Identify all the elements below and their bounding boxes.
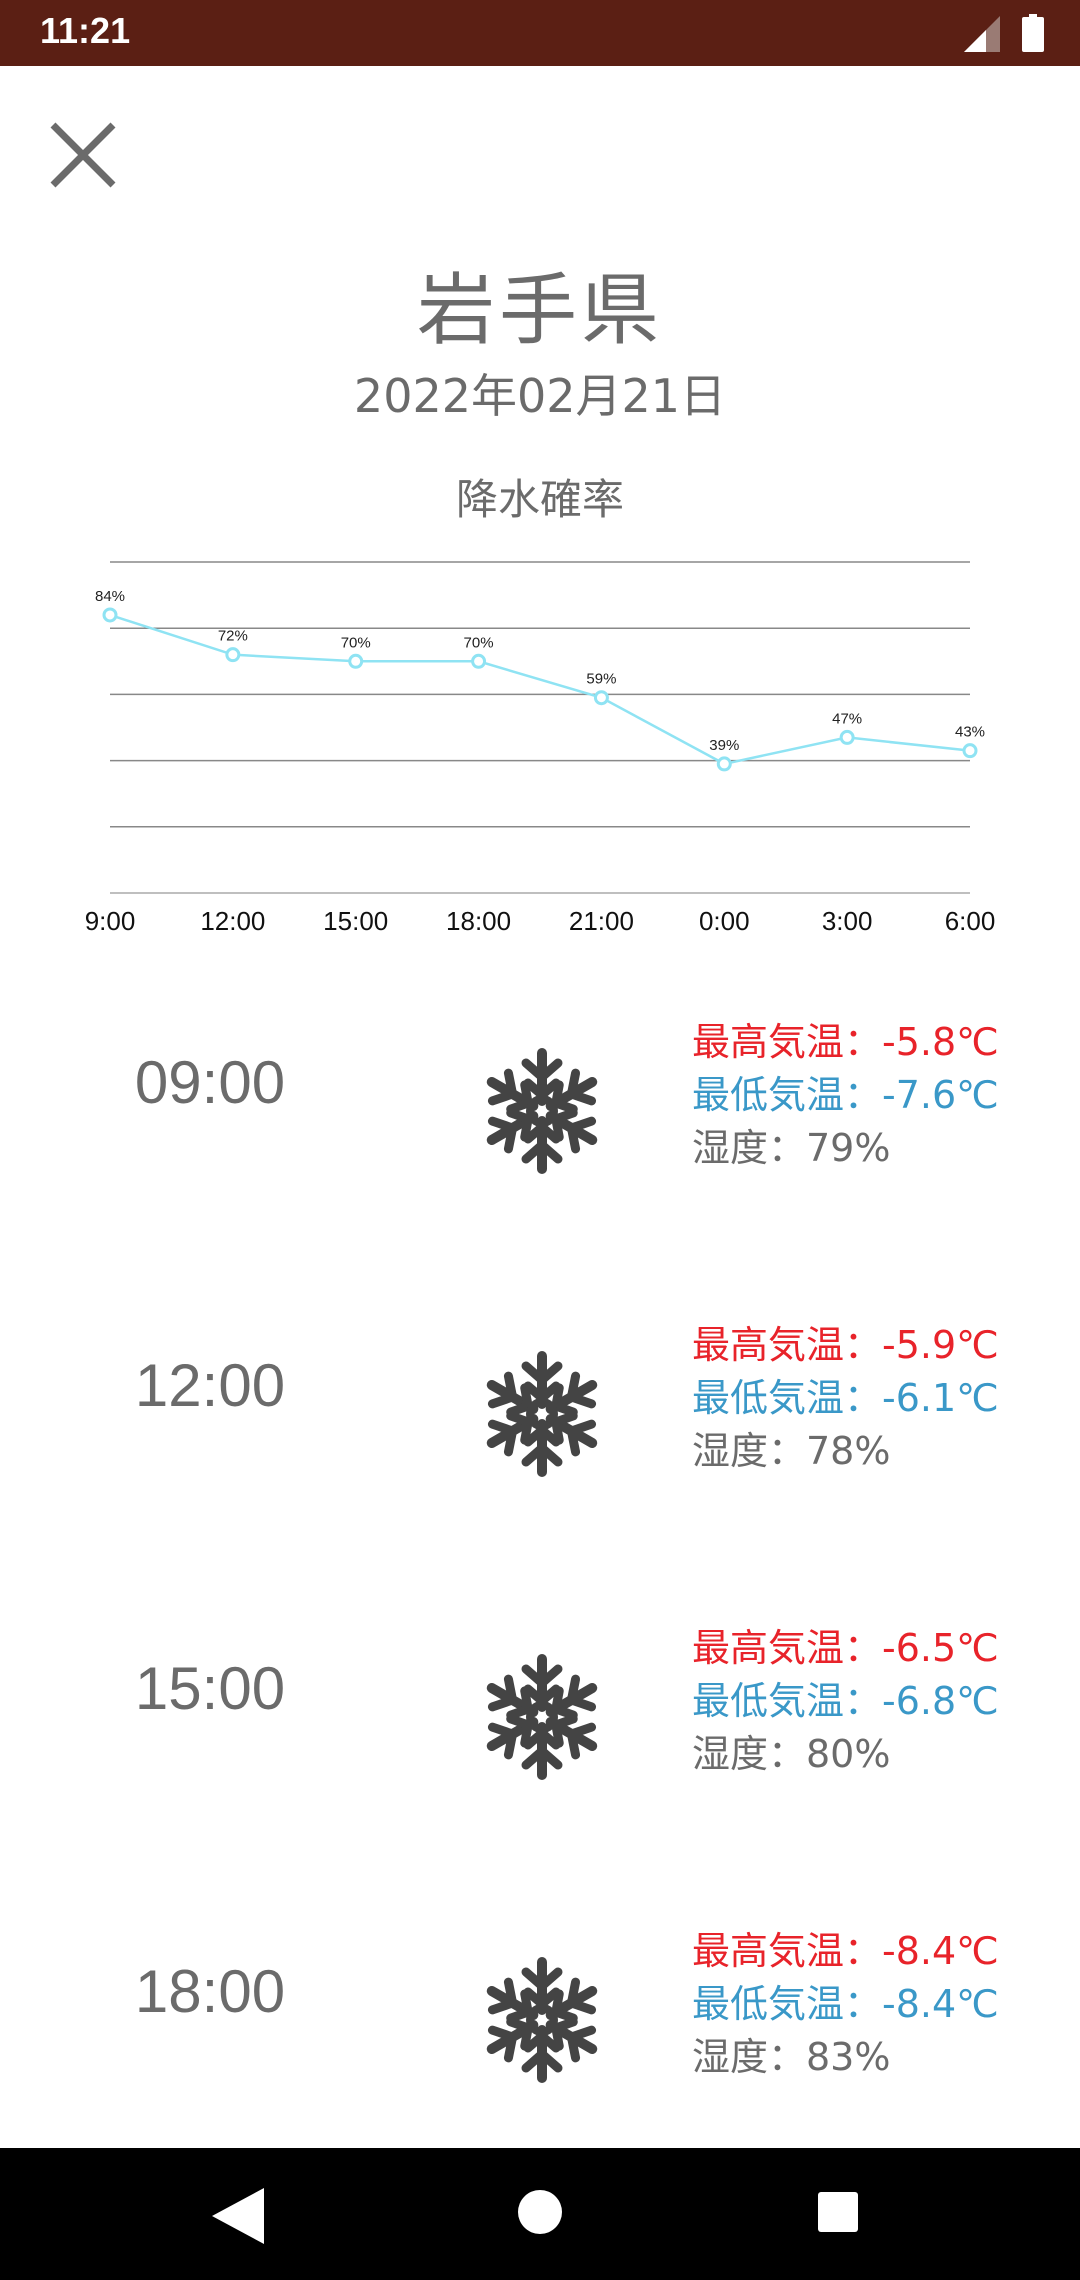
snowflake-icon [486,1957,598,2083]
chart-x-tick-label: 0:00 [699,906,750,936]
chart-x-tick-label: 15:00 [323,906,388,936]
chart-data-label: 43% [955,724,985,741]
back-icon [212,2188,264,2244]
chart-point [716,756,732,772]
chart-point [839,729,855,745]
home-button[interactable] [518,2190,562,2234]
prefecture-title: 岩手県 [416,266,663,356]
precipitation-chart: 84% 9:00 72% 12:00 70% 15:00 70% 18:00 59% 21:00 3… [85,561,996,936]
forecast-row: 18:00 最高気温：-8.4℃ 最低気温：-8.4℃ 湿度：83% [0,1887,1080,2127]
min-temperature: 最低気温：-8.4℃ [692,1982,999,2026]
navigation-bar [0,2148,1080,2280]
chart-data-label: 47% [832,710,862,727]
chart-data-label: 39% [709,737,739,754]
chart-x-tick-label: 21:00 [569,906,634,936]
forecast-time: 15:00 [134,1655,286,1722]
forecast-row: 15:00 最高気温：-6.5℃ 最低気温：-6.8℃ 湿度：80% [0,1584,1080,1824]
chart-data-label: 59% [586,671,616,688]
chart-point [593,690,609,706]
min-temperature: 最低気温：-6.8℃ [692,1679,999,1723]
chart-point [471,653,487,669]
chart-x-tick-label: 9:00 [85,906,136,936]
chart-title: 降水確率 [455,475,624,524]
chart-data-label: 70% [464,634,494,651]
humidity: 湿度：83% [692,2035,891,2079]
forecast-time: 12:00 [134,1352,286,1419]
close-icon [50,122,116,188]
forecast-details: 最高気温：-5.9℃ 最低気温：-6.1℃ 湿度：78% [692,1319,999,1478]
close-button[interactable] [48,120,118,190]
status-time: 11:21 [40,10,131,51]
forecast-details: 最高気温：-6.5℃ 最低気温：-6.8℃ 湿度：80% [692,1622,999,1781]
snowflake-icon [486,1654,598,1780]
forecast-time: 09:00 [134,1049,286,1116]
min-temperature: 最低気温：-6.1℃ [692,1376,999,1420]
status-bar: 11:21 [0,0,1080,66]
humidity: 湿度：80% [692,1732,891,1776]
max-temperature: 最高気温：-5.8℃ [692,1020,999,1064]
humidity: 湿度：78% [692,1429,891,1473]
chart-data-label: 72% [218,628,248,645]
signal-icon [964,16,1000,52]
chart-x-tick-label: 3:00 [822,906,873,936]
battery-icon [1022,14,1044,52]
chart-point [962,743,978,759]
max-temperature: 最高気温：-6.5℃ [692,1626,999,1670]
forecast-details: 最高気温：-5.8℃ 最低気温：-7.6℃ 湿度：79% [692,1016,999,1175]
chart-data-label: 84% [95,588,125,605]
chart-point [348,653,364,669]
humidity: 湿度：79% [692,1126,891,1170]
forecast-details: 最高気温：-8.4℃ 最低気温：-8.4℃ 湿度：83% [692,1925,999,2084]
snowflake-icon [486,1048,598,1174]
max-temperature: 最高気温：-5.9℃ [692,1323,999,1367]
snowflake-icon [486,1351,598,1477]
min-temperature: 最低気温：-7.6℃ [692,1073,999,1117]
chart-x-tick-label: 6:00 [945,906,996,936]
back-button[interactable] [212,2188,264,2244]
chart-data-label: 70% [341,634,371,651]
max-temperature: 最高気温：-8.4℃ [692,1929,999,1973]
chart-point [225,647,241,663]
chart-x-tick-label: 12:00 [200,906,265,936]
forecast-time: 18:00 [134,1958,286,2025]
forecast-row: 09:00 最高気温：-5.8℃ 最低気温：-7.6℃ 湿度：79% [0,978,1080,1218]
chart-x-tick-label: 18:00 [446,906,511,936]
forecast-row: 12:00 最高気温：-5.9℃ 最低気温：-6.1℃ 湿度：78% [0,1281,1080,1521]
recent-apps-button[interactable] [818,2192,858,2232]
forecast-date: 2022年02月21日 [353,369,727,423]
chart-point [102,607,118,623]
